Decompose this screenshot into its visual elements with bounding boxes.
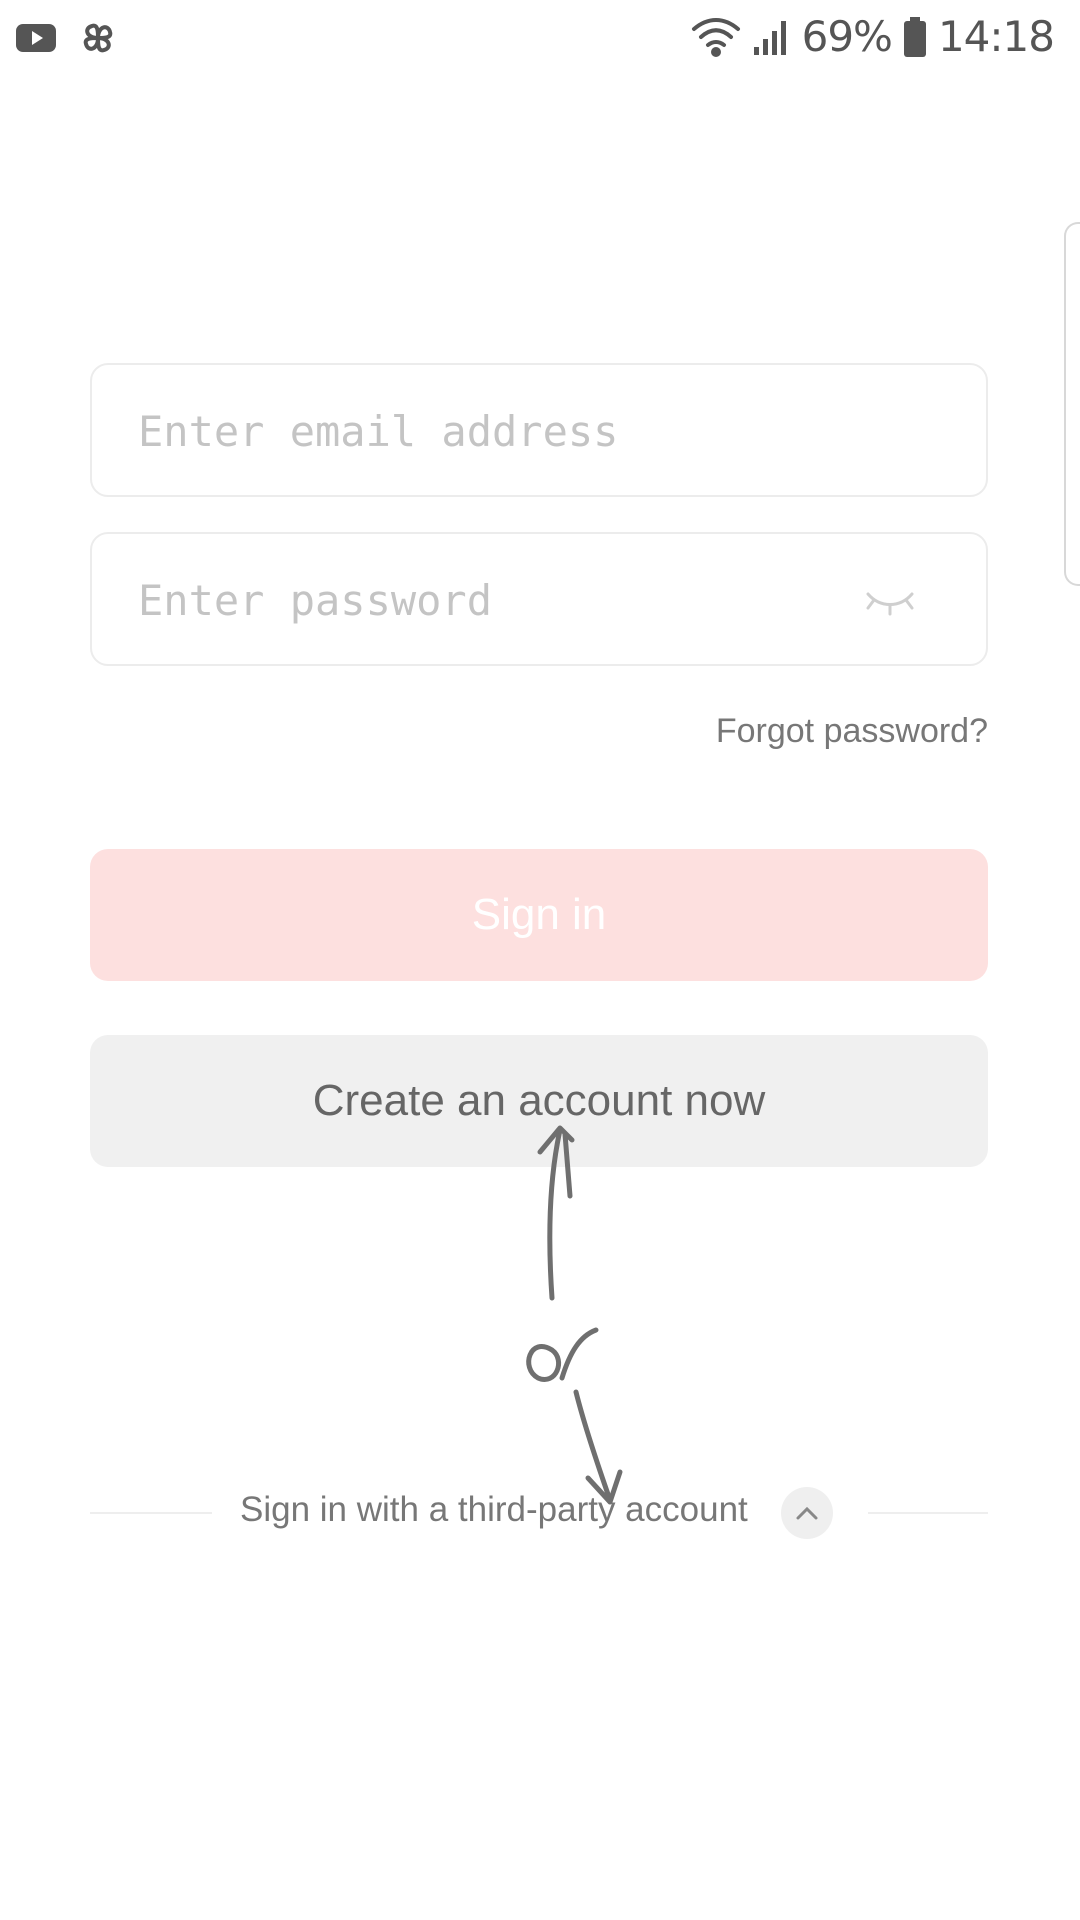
or-o xyxy=(526,1344,562,1382)
forgot-password-link[interactable]: Forgot password? xyxy=(716,712,988,751)
signal-icon xyxy=(753,20,786,55)
divider-left xyxy=(90,1512,212,1514)
password-input[interactable] xyxy=(136,534,860,666)
edge-panel-handle[interactable] xyxy=(1064,222,1080,586)
arrow-down-shaft xyxy=(573,1389,613,1503)
sign-in-button[interactable]: Sign in xyxy=(90,849,988,981)
pinwheel-icon xyxy=(83,23,113,53)
email-field[interactable] xyxy=(90,363,988,497)
battery-percent: 69% xyxy=(801,12,893,61)
youtube-icon xyxy=(16,24,56,52)
clock: 14:18 xyxy=(937,12,1055,61)
wifi-icon xyxy=(691,17,740,57)
battery-icon xyxy=(903,16,926,57)
or-r xyxy=(559,1327,599,1381)
divider-right xyxy=(868,1512,988,1514)
status-left xyxy=(14,16,120,60)
status-bar: 69% 14:18 xyxy=(0,0,1080,80)
status-right: 69% 14:18 xyxy=(690,12,1055,61)
create-account-button[interactable]: Create an account now xyxy=(90,1035,988,1167)
eye-closed-icon[interactable] xyxy=(862,574,918,624)
third-party-label[interactable]: Sign in with a third-party account xyxy=(240,1490,748,1530)
chevron-up-icon xyxy=(796,1506,818,1520)
email-input[interactable] xyxy=(136,365,860,497)
password-field[interactable] xyxy=(90,532,988,666)
expand-third-party-button[interactable] xyxy=(781,1487,833,1539)
